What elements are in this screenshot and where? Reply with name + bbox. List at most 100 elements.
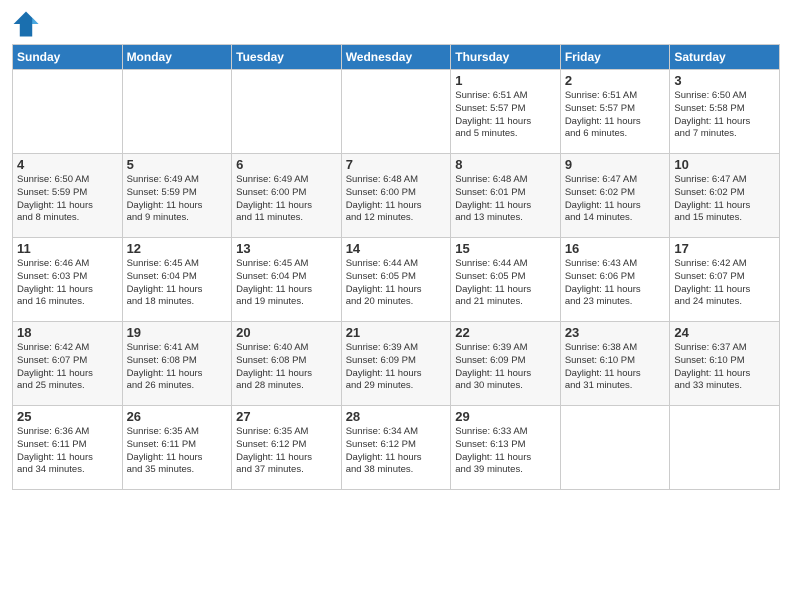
calendar-cell: 10Sunrise: 6:47 AM Sunset: 6:02 PM Dayli… xyxy=(670,154,780,238)
calendar-cell: 14 Sunrise: 6:44 AM Sunset: 6:05 PM Dayli… xyxy=(341,238,451,322)
weekday-header-tuesday: Tuesday xyxy=(232,45,342,70)
day-detail: Sunrise: 6:50 AM Sunset: 5:58 PM Dayligh… xyxy=(674,90,775,141)
day-number: 5 xyxy=(127,157,228,172)
day-number: 18 xyxy=(17,325,118,340)
day-number: 27 xyxy=(236,409,337,424)
day-number: 26 xyxy=(127,409,228,424)
calendar-cell: 2 Sunrise: 6:51 AM Sunset: 5:57 PM Daylig… xyxy=(560,70,670,154)
day-number: 6 xyxy=(236,157,337,172)
weekday-header-friday: Friday xyxy=(560,45,670,70)
day-detail: Sunrise: 6:51 AM Sunset: 5:57 PM Dayligh… xyxy=(455,90,556,141)
day-detail: Sunrise: 6:37 AM Sunset: 6:10 PM Dayligh… xyxy=(674,342,775,393)
calendar-cell xyxy=(341,70,451,154)
calendar-week-3: 11 Sunrise: 6:46 AM Sunset: 6:03 PM Dayli… xyxy=(13,238,780,322)
logo xyxy=(12,10,44,38)
calendar-cell: 29Sunrise: 6:33 AM Sunset: 6:13 PM Dayli… xyxy=(451,406,561,490)
day-detail: Sunrise: 6:38 AM Sunset: 6:10 PM Dayligh… xyxy=(565,342,666,393)
day-detail: Sunrise: 6:36 AM Sunset: 6:11 PM Dayligh… xyxy=(17,426,118,477)
day-number: 14 xyxy=(346,241,447,256)
page: SundayMondayTuesdayWednesdayThursdayFrid… xyxy=(0,0,792,612)
day-number: 1 xyxy=(455,73,556,88)
calendar-cell xyxy=(232,70,342,154)
day-number: 25 xyxy=(17,409,118,424)
day-number: 12 xyxy=(127,241,228,256)
day-detail: Sunrise: 6:51 AM Sunset: 5:57 PM Dayligh… xyxy=(565,90,666,141)
weekday-header-wednesday: Wednesday xyxy=(341,45,451,70)
weekday-header-saturday: Saturday xyxy=(670,45,780,70)
calendar-cell: 8 Sunrise: 6:48 AM Sunset: 6:01 PM Daylig… xyxy=(451,154,561,238)
day-detail: Sunrise: 6:39 AM Sunset: 6:09 PM Dayligh… xyxy=(455,342,556,393)
calendar-cell: 20 Sunrise: 6:40 AM Sunset: 6:08 PM Dayli… xyxy=(232,322,342,406)
calendar-cell: 17 Sunrise: 6:42 AM Sunset: 6:07 PM Dayli… xyxy=(670,238,780,322)
day-detail: Sunrise: 6:42 AM Sunset: 6:07 PM Dayligh… xyxy=(674,258,775,309)
calendar-table: SundayMondayTuesdayWednesdayThursdayFrid… xyxy=(12,44,780,490)
day-detail: Sunrise: 6:43 AM Sunset: 6:06 PM Dayligh… xyxy=(565,258,666,309)
calendar-week-1: 1 Sunrise: 6:51 AM Sunset: 5:57 PM Daylig… xyxy=(13,70,780,154)
calendar-cell: 24 Sunrise: 6:37 AM Sunset: 6:10 PM Dayli… xyxy=(670,322,780,406)
calendar-cell: 26 Sunrise: 6:35 AM Sunset: 6:11 PM Dayli… xyxy=(122,406,232,490)
calendar-cell: 1 Sunrise: 6:51 AM Sunset: 5:57 PM Daylig… xyxy=(451,70,561,154)
calendar-cell: 13 Sunrise: 6:45 AM Sunset: 6:04 PM Dayli… xyxy=(232,238,342,322)
calendar-week-5: 25 Sunrise: 6:36 AM Sunset: 6:11 PM Dayli… xyxy=(13,406,780,490)
day-detail: Sunrise: 6:41 AM Sunset: 6:08 PM Dayligh… xyxy=(127,342,228,393)
calendar-cell xyxy=(560,406,670,490)
weekday-header-sunday: Sunday xyxy=(13,45,123,70)
day-detail: Sunrise: 6:40 AM Sunset: 6:08 PM Dayligh… xyxy=(236,342,337,393)
day-detail: Sunrise: 6:35 AM Sunset: 6:11 PM Dayligh… xyxy=(127,426,228,477)
day-number: 23 xyxy=(565,325,666,340)
calendar-cell: 28Sunrise: 6:34 AM Sunset: 6:12 PM Dayli… xyxy=(341,406,451,490)
day-detail: Sunrise: 6:50 AM Sunset: 5:59 PM Dayligh… xyxy=(17,174,118,225)
calendar-cell: 21Sunrise: 6:39 AM Sunset: 6:09 PM Dayli… xyxy=(341,322,451,406)
day-detail: Sunrise: 6:44 AM Sunset: 6:05 PM Dayligh… xyxy=(455,258,556,309)
logo-icon xyxy=(12,10,40,38)
day-detail: Sunrise: 6:46 AM Sunset: 6:03 PM Dayligh… xyxy=(17,258,118,309)
calendar-cell: 18 Sunrise: 6:42 AM Sunset: 6:07 PM Dayli… xyxy=(13,322,123,406)
day-number: 21 xyxy=(346,325,447,340)
calendar-cell: 5 Sunrise: 6:49 AM Sunset: 5:59 PM Daylig… xyxy=(122,154,232,238)
weekday-header-thursday: Thursday xyxy=(451,45,561,70)
day-number: 17 xyxy=(674,241,775,256)
day-detail: Sunrise: 6:33 AM Sunset: 6:13 PM Dayligh… xyxy=(455,426,556,477)
calendar-cell: 4 Sunrise: 6:50 AM Sunset: 5:59 PM Daylig… xyxy=(13,154,123,238)
day-detail: Sunrise: 6:35 AM Sunset: 6:12 PM Dayligh… xyxy=(236,426,337,477)
day-number: 7 xyxy=(346,157,447,172)
calendar-cell: 23 Sunrise: 6:38 AM Sunset: 6:10 PM Dayli… xyxy=(560,322,670,406)
calendar-cell: 6 Sunrise: 6:49 AM Sunset: 6:00 PM Daylig… xyxy=(232,154,342,238)
header xyxy=(12,10,780,38)
day-number: 11 xyxy=(17,241,118,256)
calendar-header-row: SundayMondayTuesdayWednesdayThursdayFrid… xyxy=(13,45,780,70)
calendar-cell: 27 Sunrise: 6:35 AM Sunset: 6:12 PM Dayli… xyxy=(232,406,342,490)
day-detail: Sunrise: 6:45 AM Sunset: 6:04 PM Dayligh… xyxy=(236,258,337,309)
day-number: 4 xyxy=(17,157,118,172)
day-detail: Sunrise: 6:47 AM Sunset: 6:02 PM Dayligh… xyxy=(565,174,666,225)
calendar-cell: 7 Sunrise: 6:48 AM Sunset: 6:00 PM Daylig… xyxy=(341,154,451,238)
day-number: 3 xyxy=(674,73,775,88)
day-number: 20 xyxy=(236,325,337,340)
calendar-cell: 19 Sunrise: 6:41 AM Sunset: 6:08 PM Dayli… xyxy=(122,322,232,406)
calendar-cell: 11 Sunrise: 6:46 AM Sunset: 6:03 PM Dayli… xyxy=(13,238,123,322)
day-detail: Sunrise: 6:47 AM Sunset: 6:02 PM Dayligh… xyxy=(674,174,775,225)
day-number: 2 xyxy=(565,73,666,88)
day-detail: Sunrise: 6:48 AM Sunset: 6:01 PM Dayligh… xyxy=(455,174,556,225)
day-detail: Sunrise: 6:49 AM Sunset: 5:59 PM Dayligh… xyxy=(127,174,228,225)
day-number: 16 xyxy=(565,241,666,256)
day-number: 22 xyxy=(455,325,556,340)
calendar-week-4: 18 Sunrise: 6:42 AM Sunset: 6:07 PM Dayli… xyxy=(13,322,780,406)
day-detail: Sunrise: 6:48 AM Sunset: 6:00 PM Dayligh… xyxy=(346,174,447,225)
day-detail: Sunrise: 6:44 AM Sunset: 6:05 PM Dayligh… xyxy=(346,258,447,309)
day-detail: Sunrise: 6:49 AM Sunset: 6:00 PM Dayligh… xyxy=(236,174,337,225)
calendar-cell: 16 Sunrise: 6:43 AM Sunset: 6:06 PM Dayli… xyxy=(560,238,670,322)
day-number: 15 xyxy=(455,241,556,256)
calendar-cell: 25 Sunrise: 6:36 AM Sunset: 6:11 PM Dayli… xyxy=(13,406,123,490)
calendar-cell xyxy=(122,70,232,154)
day-number: 24 xyxy=(674,325,775,340)
calendar-cell xyxy=(13,70,123,154)
day-number: 9 xyxy=(565,157,666,172)
day-number: 19 xyxy=(127,325,228,340)
day-number: 8 xyxy=(455,157,556,172)
weekday-header-monday: Monday xyxy=(122,45,232,70)
day-number: 13 xyxy=(236,241,337,256)
day-detail: Sunrise: 6:45 AM Sunset: 6:04 PM Dayligh… xyxy=(127,258,228,309)
calendar-week-2: 4 Sunrise: 6:50 AM Sunset: 5:59 PM Daylig… xyxy=(13,154,780,238)
day-detail: Sunrise: 6:42 AM Sunset: 6:07 PM Dayligh… xyxy=(17,342,118,393)
